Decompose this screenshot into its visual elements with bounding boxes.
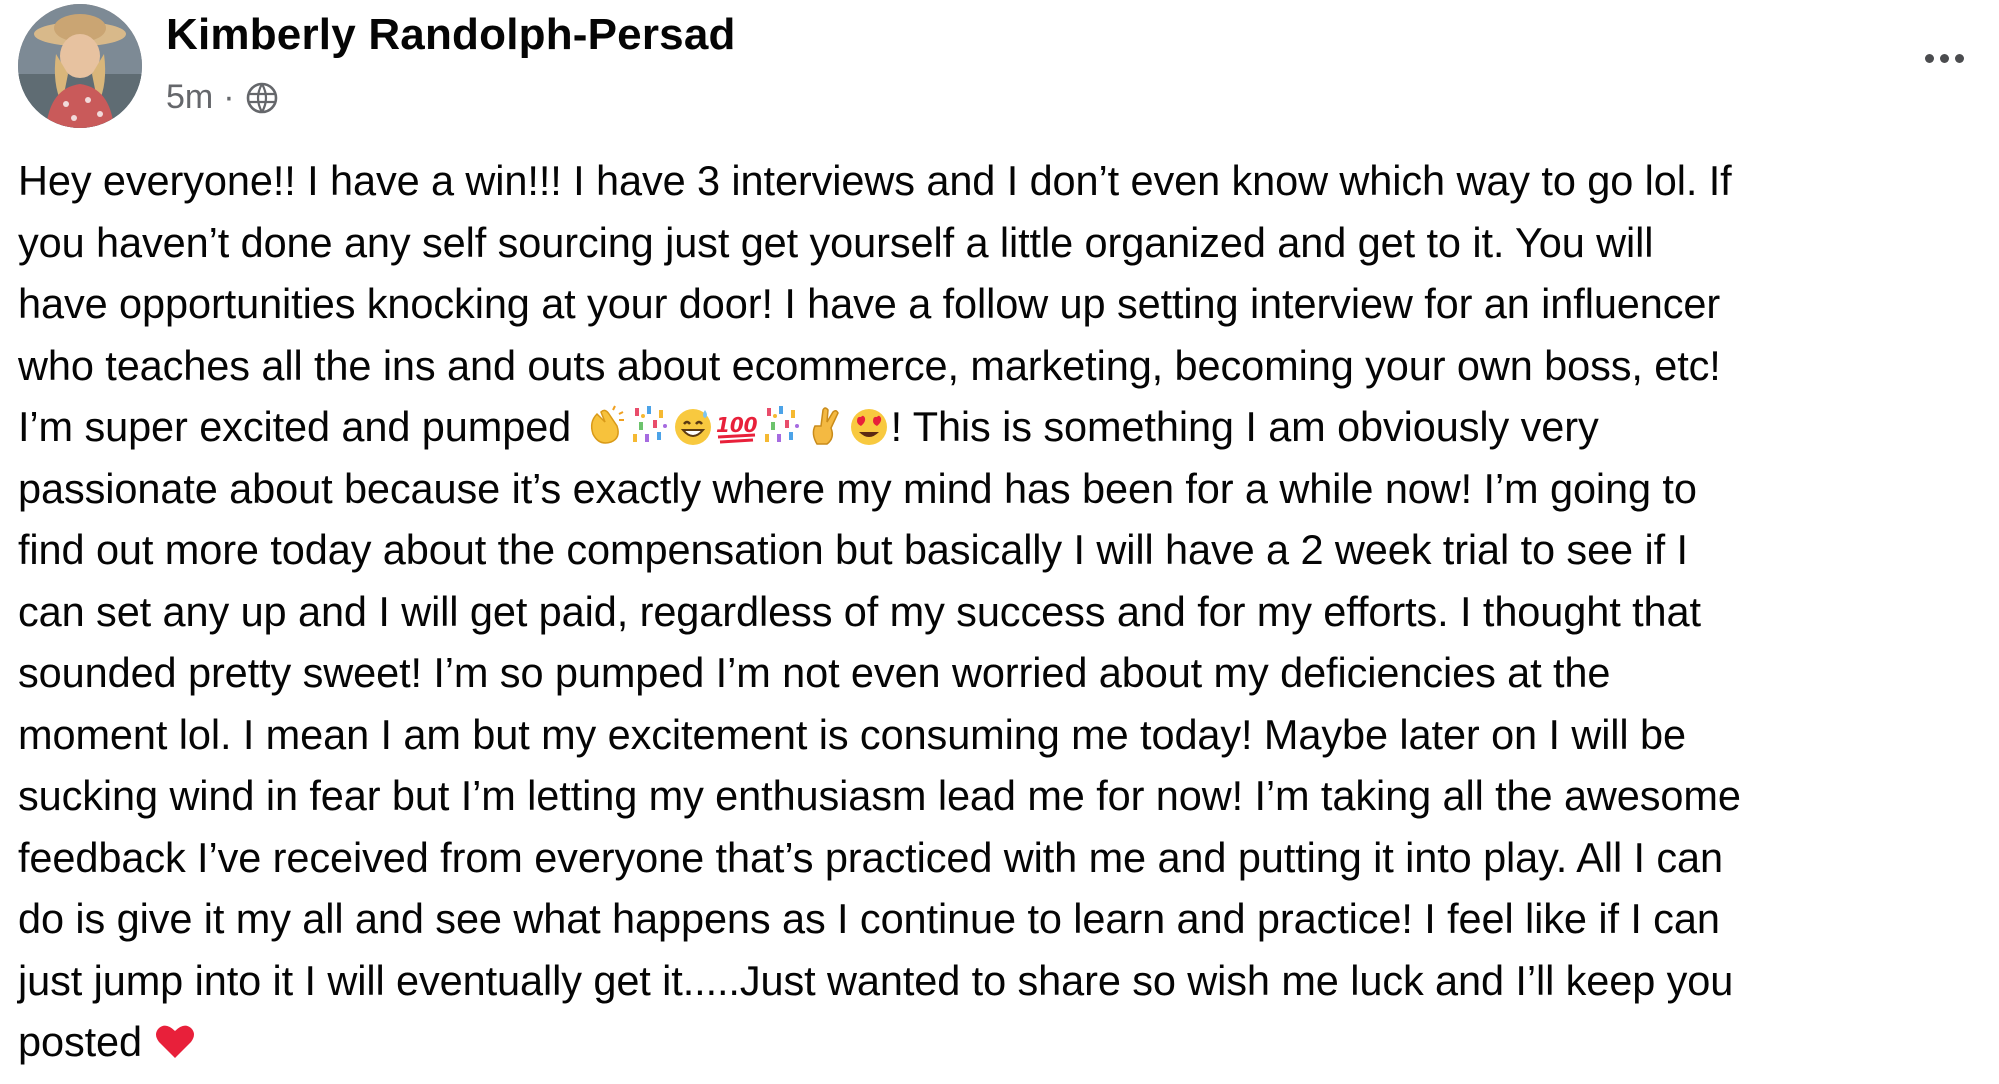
meta-separator: · [223,78,235,116]
post-line: you haven’t done any self sourcing just … [18,218,1654,266]
avatar[interactable] [18,4,142,128]
post-line-text: I’m super excited and pumped [18,403,583,450]
post-header: Kimberly Randolph-Persad 5m · [18,4,1978,128]
post-line: feedback I’ve received from everyone tha… [18,833,1724,881]
clapping-hands-icon [583,404,627,448]
post-meta: 5m · [166,78,279,117]
svg-text:100: 100 [716,413,758,437]
post-line: moment lol. I mean I am but my excitemen… [18,710,1686,758]
author-name[interactable]: Kimberly Randolph-Persad [166,10,736,60]
post-line-text: posted [18,1018,154,1065]
post-line-text: ! This is something I am obviously very [890,403,1599,450]
globe-icon[interactable] [245,81,279,115]
post-line: just jump into it I will eventually get … [18,956,1734,1004]
post-line: who teaches all the ins and outs about e… [18,341,1721,389]
post-line: sounded pretty sweet! I’m so pumped I’m … [18,649,1611,696]
post-body: Hey everyone!! I have a win!!! I have 3 … [18,150,1993,1073]
post-line: passionate about because it’s exactly wh… [18,464,1697,512]
post-timestamp[interactable]: 5m [166,78,213,117]
post-line: find out more today about the compensati… [18,526,1688,573]
crossed-fingers-icon [803,404,847,448]
post-line-with-emojis: I’m super excited and pumped 100 ! This i… [18,396,1993,458]
confetti-icon [759,404,803,448]
post-card: Kimberly Randolph-Persad 5m · Hey everyo… [0,0,1999,1084]
red-heart-icon [153,1019,197,1063]
heart-eyes-icon [847,404,891,448]
post-line: have opportunities knocking at your door… [18,280,1721,327]
more-options-icon[interactable] [1914,38,1974,78]
hundred-points-icon: 100 [715,404,759,448]
post-line: can set any up and I will get paid, rega… [18,587,1701,635]
post-line: Hey everyone!! I have a win!!! I have 3 … [18,157,1732,204]
confetti-icon [627,404,671,448]
post-line: sucking wind in fear but I’m letting my … [18,772,1741,819]
post-line: do is give it my all and see what happen… [18,895,1720,942]
post-line-last: posted [18,1011,1993,1073]
grinning-sweat-icon [671,404,715,448]
